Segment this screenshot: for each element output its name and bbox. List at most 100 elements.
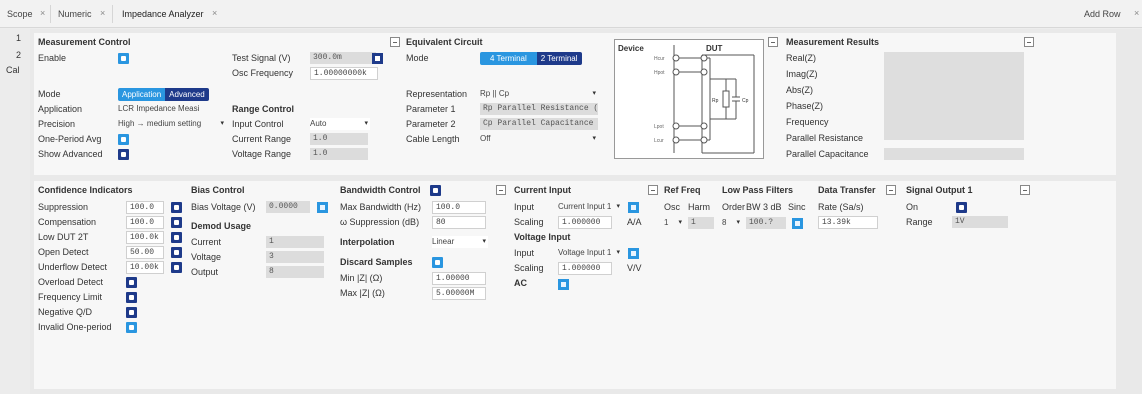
omega-suppression-input[interactable]: 80 (432, 216, 486, 229)
ci-suppression-checkbox[interactable] (171, 202, 182, 213)
ref-freq-title: Ref Freq (664, 185, 701, 195)
ci-suppression-label: Suppression (38, 202, 89, 212)
one-period-avg-checkbox[interactable] (118, 134, 129, 145)
ci-open-detect-input[interactable]: 50.00 (126, 246, 164, 259)
ci-compensation-label: Compensation (38, 217, 97, 227)
close-icon[interactable]: × (1134, 8, 1139, 18)
side-index-2[interactable]: 2 (16, 50, 21, 60)
chevron-down-icon: ▾ (220, 120, 224, 127)
cable-length-value: Off (480, 134, 491, 143)
voltage-range-value[interactable]: 1.0 (310, 148, 368, 160)
ci-negative-qd-label: Negative Q/D (38, 307, 93, 317)
ci-open-detect-checkbox[interactable] (171, 247, 182, 258)
show-advanced-checkbox[interactable] (118, 149, 129, 160)
terminal-mode-toggle[interactable]: 4 Terminal 2 Terminal (480, 52, 582, 65)
ci-underflow-input[interactable]: 10.00k (126, 261, 164, 274)
min-z-label: Min |Z| (Ω) (340, 273, 383, 283)
bandwidth-control-checkbox[interactable] (430, 185, 441, 196)
ci-low-dut-input[interactable]: 100.0k (126, 231, 164, 244)
enable-checkbox[interactable] (118, 53, 129, 64)
signal-output-on-checkbox[interactable] (956, 202, 967, 213)
rate-input[interactable]: 13.39k (818, 216, 878, 229)
close-tab-icon[interactable]: × (40, 8, 45, 18)
one-period-avg-label: One-Period Avg (38, 134, 102, 144)
precision-select[interactable]: High → medium setting ▾ (118, 118, 226, 130)
ci-underflow-checkbox[interactable] (171, 262, 182, 273)
ci-compensation-checkbox[interactable] (171, 217, 182, 228)
current-input-select[interactable]: Current Input 1 ▾ (558, 201, 622, 213)
add-row-button[interactable]: Add Row (1084, 9, 1121, 19)
tab-bar: Scope × Numeric × Impedance Analyzer × A… (0, 0, 1142, 28)
results-display-area (884, 52, 1024, 140)
max-bandwidth-input[interactable]: 100.0 (432, 201, 486, 214)
mode-toggle[interactable]: Application Advanced (118, 88, 209, 101)
data-transfer-title: Data Transfer (818, 185, 876, 195)
mode-application[interactable]: Application (118, 88, 166, 101)
parameter2-label: Parameter 2 (406, 119, 456, 129)
demod-voltage-value: 3 (266, 251, 324, 263)
test-signal-value[interactable]: 300.0m (310, 52, 376, 64)
minimize-icon[interactable] (648, 185, 658, 195)
application-select[interactable]: LCR Impedance Measi (118, 103, 226, 115)
voltage-input-button[interactable] (628, 248, 639, 259)
side-cal-label[interactable]: Cal (6, 65, 20, 75)
tab-impedance-analyzer[interactable]: Impedance Analyzer (122, 9, 204, 19)
ci-frequency-limit-checkbox[interactable] (126, 292, 137, 303)
minimize-icon[interactable] (768, 37, 778, 47)
minimize-icon[interactable] (1024, 37, 1034, 47)
bias-enable-button[interactable] (317, 202, 328, 213)
application-label: Application (38, 104, 83, 114)
signal-output-range-value[interactable]: 1V (952, 216, 1008, 228)
osc-frequency-input[interactable]: 1.00000000k (310, 67, 378, 80)
min-z-input[interactable]: 1.00000 (432, 272, 486, 285)
ci-low-dut-label: Low DUT 2T (38, 232, 89, 242)
mode-advanced[interactable]: Advanced (165, 88, 209, 101)
minimize-icon[interactable] (496, 185, 506, 195)
ci-invalid-one-period-checkbox[interactable] (126, 322, 137, 333)
discard-samples-checkbox[interactable] (432, 257, 443, 268)
signal-output-range-label: Range (906, 217, 933, 227)
ref-harm-value[interactable]: 1 (688, 217, 714, 229)
circuit-diagram: Device DUT Hcur Hpot Lpot Lcur Rp Cp (614, 39, 764, 159)
tab-scope[interactable]: Scope (7, 9, 33, 19)
ci-low-dut-checkbox[interactable] (171, 232, 182, 243)
voltage-scaling-input[interactable]: 1.000000 (558, 262, 612, 275)
measurement-results-title: Measurement Results (786, 37, 880, 47)
current-range-value[interactable]: 1.0 (310, 133, 368, 145)
close-tab-icon[interactable]: × (100, 8, 105, 18)
ci-compensation-input[interactable]: 100.0 (126, 216, 164, 229)
lpf-order-select[interactable]: 8 ▾ (722, 217, 742, 229)
tab-numeric[interactable]: Numeric (58, 9, 92, 19)
input-control-select[interactable]: Auto ▾ (310, 118, 370, 130)
lpf-bw-value[interactable]: 100.? (746, 217, 786, 229)
demod-output-value: 8 (266, 266, 324, 278)
minimize-icon[interactable] (886, 185, 896, 195)
representation-select[interactable]: Rp || Cp ▾ (480, 88, 598, 100)
tab-separator (112, 5, 113, 23)
chevron-down-icon: ▾ (616, 203, 620, 210)
close-tab-icon[interactable]: × (212, 8, 217, 18)
ci-negative-qd-checkbox[interactable] (126, 307, 137, 318)
low-pass-filters-title: Low Pass Filters (722, 185, 794, 195)
ac-button[interactable] (558, 279, 569, 290)
ci-suppression-input[interactable]: 100.0 (126, 201, 164, 214)
voltage-input-select[interactable]: Voltage Input 1 ▾ (558, 247, 622, 259)
cable-length-select[interactable]: Off ▾ (480, 133, 598, 145)
lpf-sinc-button[interactable] (792, 218, 803, 229)
minimize-icon[interactable] (1020, 185, 1030, 195)
test-signal-toggle[interactable] (372, 53, 383, 64)
interpolation-select[interactable]: Linear ▾ (432, 236, 488, 248)
current-scaling-input[interactable]: 1.000000 (558, 216, 612, 229)
minimize-icon[interactable] (390, 37, 400, 47)
impedance-analyzer-main: Measurement Control Enable Test Signal (… (30, 29, 1142, 394)
mode-2-terminal[interactable]: 2 Terminal (536, 52, 582, 65)
side-index-1[interactable]: 1 (16, 33, 21, 43)
ci-overload-checkbox[interactable] (126, 277, 137, 288)
voltage-input-title: Voltage Input (514, 232, 571, 242)
ref-osc-select[interactable]: 1 ▾ (664, 217, 684, 229)
representation-value: Rp || Cp (480, 89, 510, 98)
mode-4-terminal[interactable]: 4 Terminal (480, 52, 537, 65)
current-input-button[interactable] (628, 202, 639, 213)
bias-voltage-value[interactable]: 0.0000 (266, 201, 310, 213)
max-z-input[interactable]: 5.00000M (432, 287, 486, 300)
